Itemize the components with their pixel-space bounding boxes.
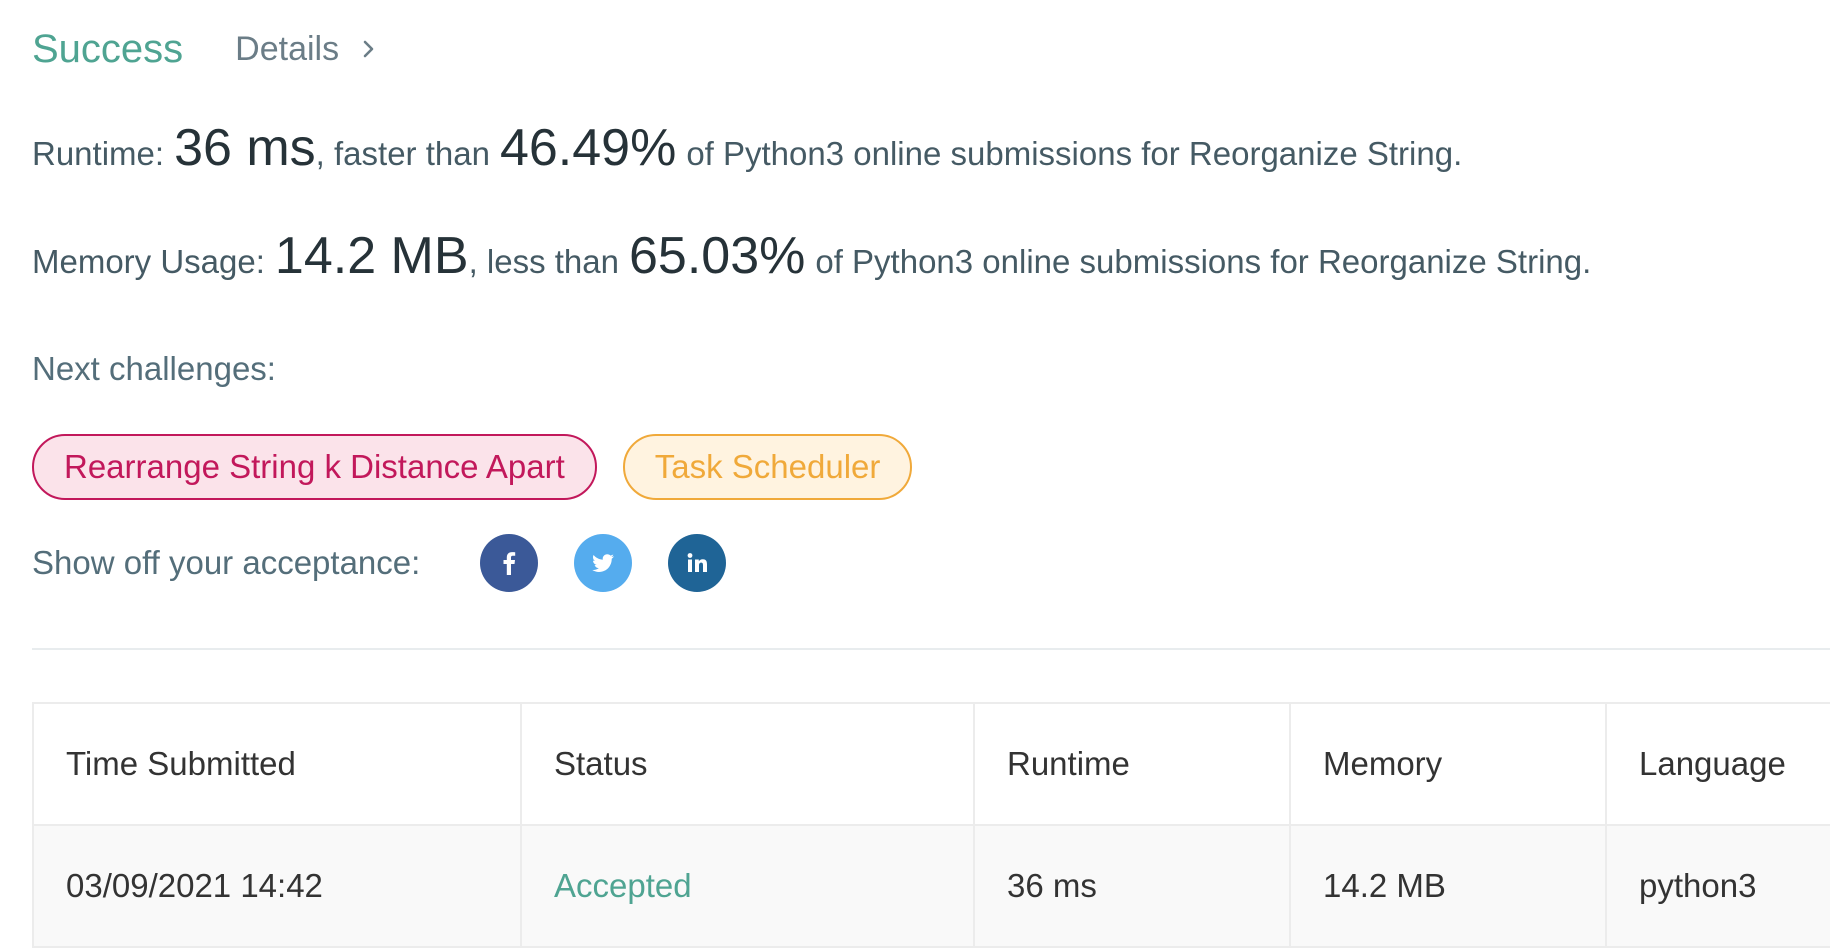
memory-mid: , less than	[468, 243, 619, 280]
next-challenges-list: Rearrange String k Distance Apart Task S…	[32, 434, 913, 500]
runtime-line: Runtime: 36 ms , faster than 46.49% of P…	[32, 118, 1462, 178]
challenge-chip-rearrange-string[interactable]: Rearrange String k Distance Apart	[32, 434, 597, 500]
runtime-percent: 46.49%	[499, 119, 677, 177]
details-link[interactable]: Details	[235, 30, 381, 69]
submissions-table: Time Submitted Status Runtime Memory Lan…	[32, 702, 1830, 948]
memory-percent: 65.03%	[628, 227, 806, 285]
section-divider	[32, 648, 1830, 650]
runtime-value: 36 ms	[174, 119, 316, 177]
share-section: Show off your acceptance:	[32, 532, 762, 594]
challenge-chip-task-scheduler[interactable]: Task Scheduler	[622, 434, 913, 500]
cell-time-submitted: 03/09/2021 14:42	[32, 824, 522, 948]
status-title: Success	[32, 26, 184, 71]
table-header-row: Time Submitted Status Runtime Memory Lan…	[32, 702, 1830, 826]
column-header-memory: Memory	[1289, 702, 1607, 826]
cell-status-accepted-link[interactable]: Accepted	[520, 824, 975, 948]
submission-result-page: Success Details Runtime: 36 ms , faster …	[0, 0, 1830, 948]
linkedin-glyph	[687, 553, 708, 572]
next-challenges-label: Next challenges:	[32, 350, 276, 387]
facebook-icon[interactable]	[480, 534, 539, 592]
chevron-right-icon	[363, 40, 374, 58]
share-label: Show off your acceptance:	[32, 544, 421, 581]
column-header-runtime: Runtime	[973, 702, 1291, 826]
cell-language: python3	[1605, 824, 1830, 948]
cell-memory: 14.2 MB	[1289, 824, 1607, 948]
runtime-label: Runtime:	[32, 135, 165, 172]
column-header-status: Status	[520, 702, 975, 826]
table-row: 03/09/2021 14:42 Accepted 36 ms 14.2 MB …	[32, 824, 1830, 948]
linkedin-icon[interactable]	[668, 534, 727, 592]
facebook-glyph	[503, 552, 516, 575]
memory-suffix: of Python3 online submissions for Reorga…	[815, 243, 1592, 280]
memory-line: Memory Usage: 14.2 MB , less than 65.03%…	[32, 226, 1591, 286]
twitter-icon[interactable]	[574, 534, 633, 592]
column-header-time-submitted: Time Submitted	[32, 702, 522, 826]
cell-runtime: 36 ms	[973, 824, 1291, 948]
runtime-mid: , faster than	[315, 135, 490, 172]
column-header-language: Language	[1605, 702, 1830, 826]
result-header: Success Details	[32, 22, 381, 76]
details-label: Details	[235, 29, 340, 68]
runtime-suffix: of Python3 online submissions for Reorga…	[686, 135, 1463, 172]
memory-label: Memory Usage:	[32, 243, 265, 280]
twitter-glyph	[592, 554, 615, 572]
memory-value: 14.2 MB	[274, 227, 469, 285]
